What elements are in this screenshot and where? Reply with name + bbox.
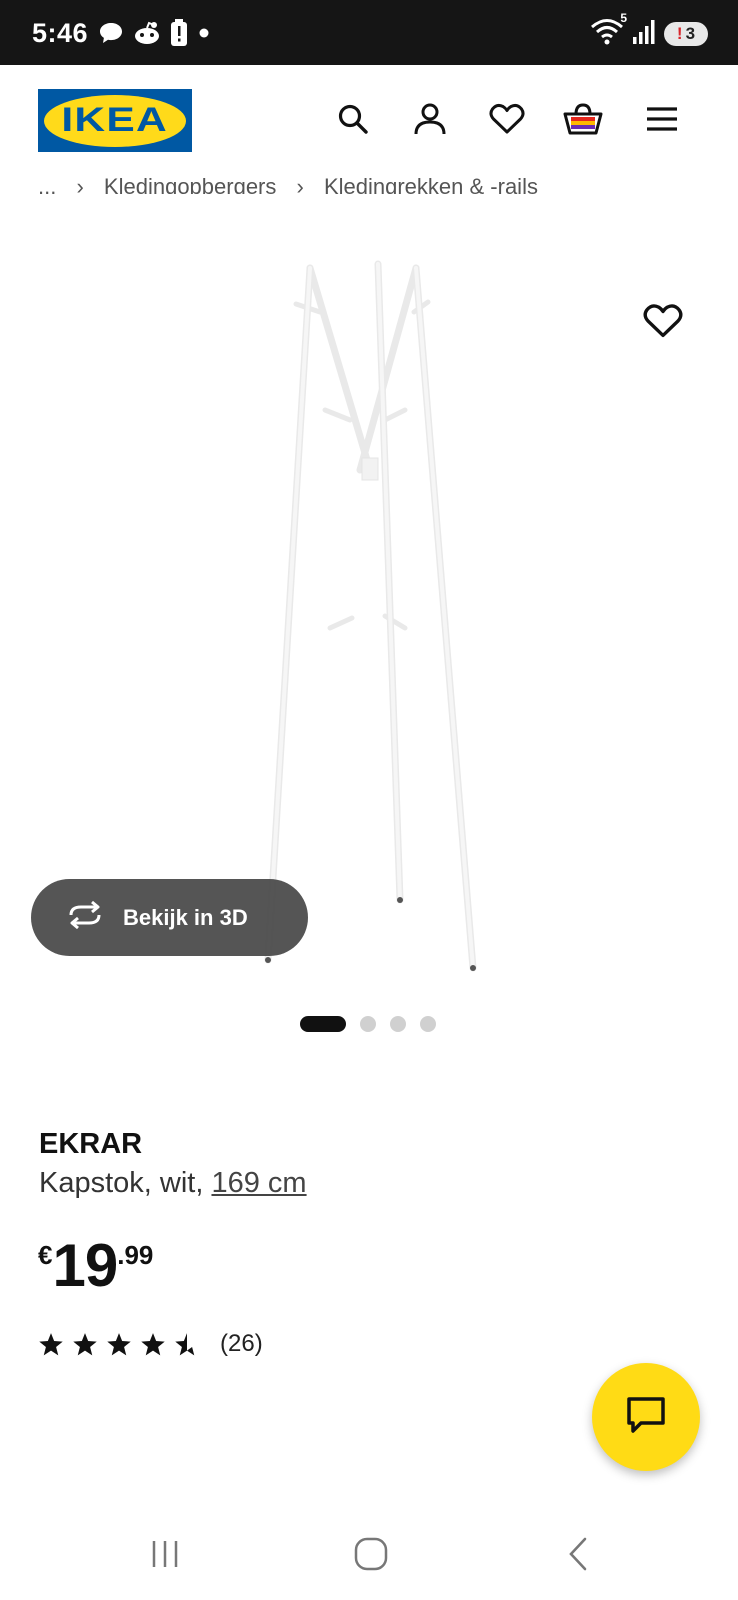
view-3d-label: Bekijk in 3D — [123, 904, 248, 930]
battery-alert-icon — [170, 18, 188, 52]
price-integer: 19 — [52, 1232, 118, 1299]
product-description-text: Kapstok, wit, — [39, 1167, 212, 1199]
star-full-icon — [39, 1332, 63, 1355]
breadcrumb-separator: › — [76, 174, 84, 194]
product-name: EKRAR — [39, 1128, 143, 1160]
account-icon[interactable] — [410, 99, 450, 139]
rotate-3d-icon — [65, 900, 105, 935]
wishlist-heart-icon[interactable] — [487, 99, 527, 139]
home-icon[interactable] — [349, 1532, 393, 1576]
product-size-link[interactable]: 169 cm — [211, 1167, 306, 1199]
chat-bubble-icon — [98, 21, 124, 50]
ikea-logo[interactable]: IKEA — [38, 89, 192, 152]
reddit-icon — [133, 20, 161, 51]
price-decimals: .99 — [117, 1240, 154, 1270]
back-icon[interactable] — [556, 1532, 600, 1576]
status-time: 5:46 — [32, 18, 89, 48]
price-currency: € — [38, 1240, 53, 1270]
menu-icon[interactable] — [642, 99, 682, 139]
logo-oval: IKEA — [44, 94, 186, 147]
gallery-pagination — [300, 1016, 436, 1032]
view-3d-button[interactable]: Bekijk in 3D — [31, 879, 308, 956]
star-full-icon — [141, 1332, 165, 1355]
chat-button[interactable] — [592, 1363, 700, 1471]
star-full-icon — [107, 1332, 131, 1355]
breadcrumb-item[interactable]: ... — [38, 174, 56, 194]
system-navigation-bar — [0, 1510, 738, 1600]
wifi-icon: 5 — [590, 11, 627, 52]
breadcrumb: ... › Kledingopbergers › Kledingrekken &… — [38, 172, 552, 194]
breadcrumb-item[interactable]: Kledingrekken & -rails — [324, 174, 538, 194]
status-system-icons: 5 ! 3 — [590, 11, 708, 52]
save-to-wishlist-icon[interactable] — [643, 303, 683, 343]
network-label: 5 — [620, 10, 627, 25]
recent-apps-icon[interactable] — [143, 1532, 187, 1576]
signal-icon — [632, 19, 656, 50]
status-bar: 5:46 5 ! 3 — [0, 0, 738, 65]
breadcrumb-item[interactable]: Kledingopbergers — [104, 174, 276, 194]
notification-badge: ! 3 — [664, 22, 708, 46]
status-notification-icons — [98, 18, 211, 52]
rating-stars — [38, 1332, 200, 1357]
site-header: IKEA — [0, 65, 738, 175]
shopping-bag-icon[interactable] — [563, 99, 603, 139]
search-icon[interactable] — [333, 99, 373, 139]
star-half-icon — [175, 1332, 199, 1355]
star-full-icon — [73, 1332, 97, 1355]
dot-icon — [197, 26, 211, 45]
pagination-dot[interactable] — [390, 1016, 406, 1032]
alert-icon: ! — [676, 24, 683, 43]
breadcrumb-separator: › — [296, 174, 304, 194]
chat-icon — [625, 1395, 667, 1440]
product-rating[interactable]: (26) — [38, 1330, 263, 1358]
product-price: €19.99 — [38, 1236, 153, 1296]
review-count: (26) — [220, 1330, 263, 1357]
pagination-dot[interactable] — [360, 1016, 376, 1032]
pagination-dot[interactable] — [420, 1016, 436, 1032]
logo-text: IKEA — [61, 101, 169, 139]
pagination-dot-active[interactable] — [300, 1016, 346, 1032]
product-description: Kapstok, wit, 169 cm — [39, 1167, 307, 1200]
notification-count: 3 — [685, 24, 696, 43]
